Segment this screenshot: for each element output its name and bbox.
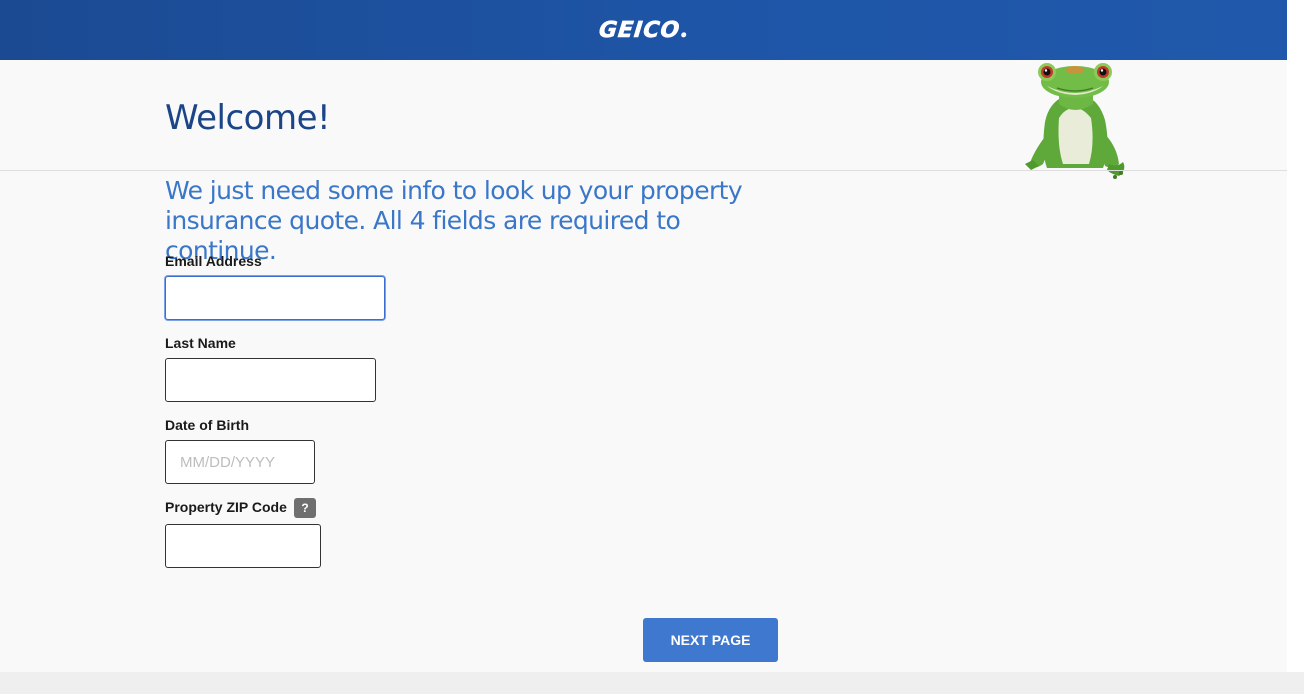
last-name-label: Last Name [165, 335, 236, 351]
logo-wordmark: GEICO® [597, 17, 688, 43]
email-label: Email Address [165, 253, 262, 269]
gecko-mascot-icon [1025, 63, 1125, 179]
header-divider [0, 170, 1287, 171]
right-page-edge [1287, 0, 1304, 672]
footer-band [0, 672, 1304, 694]
date-of-birth-field[interactable] [165, 440, 315, 484]
zip-help-icon[interactable]: ? [294, 498, 316, 518]
registered-mark: ® [680, 31, 688, 39]
zip-code-field[interactable] [165, 524, 321, 568]
email-field[interactable] [165, 276, 385, 320]
zip-code-label: Property ZIP Code [165, 499, 287, 515]
date-of-birth-label: Date of Birth [165, 417, 249, 433]
geico-logo[interactable]: GEICO® [0, 0, 1287, 60]
main-content: Welcome! We just need some info to look … [0, 60, 1287, 672]
top-header-bar: GEICO® [0, 0, 1287, 60]
last-name-field[interactable] [165, 358, 376, 402]
next-page-button[interactable]: NEXT PAGE [643, 618, 778, 662]
page-title: Welcome! [165, 98, 331, 138]
